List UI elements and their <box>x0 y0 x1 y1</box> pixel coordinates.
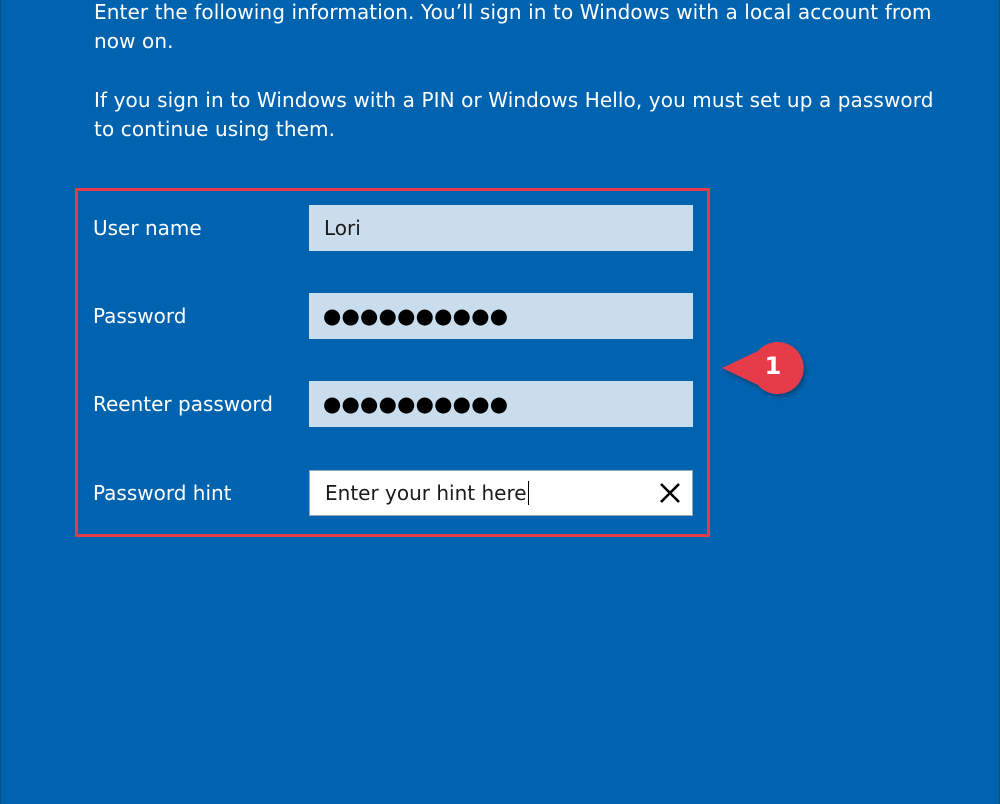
pin-notice-text: If you sign in to Windows with a PIN or … <box>94 88 934 141</box>
reenter-password-masked-value: ●●●●●●●●●● <box>323 392 509 416</box>
password-hint-text: Enter your hint here <box>325 481 527 505</box>
username-value: Lori <box>324 216 361 240</box>
password-masked-value: ●●●●●●●●●● <box>323 304 509 328</box>
reenter-password-field[interactable]: ●●●●●●●●●● <box>309 381 693 427</box>
username-row: User name Lori <box>0 205 1000 251</box>
reenter-password-row: Reenter password ●●●●●●●●●● <box>0 381 1000 427</box>
password-hint-row: Password hint Enter your hint here <box>0 470 1000 516</box>
close-icon <box>660 483 680 503</box>
password-label: Password <box>93 304 187 328</box>
password-hint-label: Password hint <box>93 481 232 505</box>
intro-text: Enter the following information. You’ll … <box>94 0 932 53</box>
password-hint-value: Enter your hint here <box>325 471 529 515</box>
username-label: User name <box>93 216 202 240</box>
reenter-password-label: Reenter password <box>93 392 273 416</box>
clear-hint-button[interactable] <box>656 479 684 507</box>
username-field[interactable]: Lori <box>309 205 693 251</box>
password-field[interactable]: ●●●●●●●●●● <box>309 293 693 339</box>
password-hint-field[interactable]: Enter your hint here <box>309 470 693 516</box>
step-number: 1 <box>764 352 782 380</box>
text-caret <box>527 481 529 505</box>
password-row: Password ●●●●●●●●●● <box>0 293 1000 339</box>
